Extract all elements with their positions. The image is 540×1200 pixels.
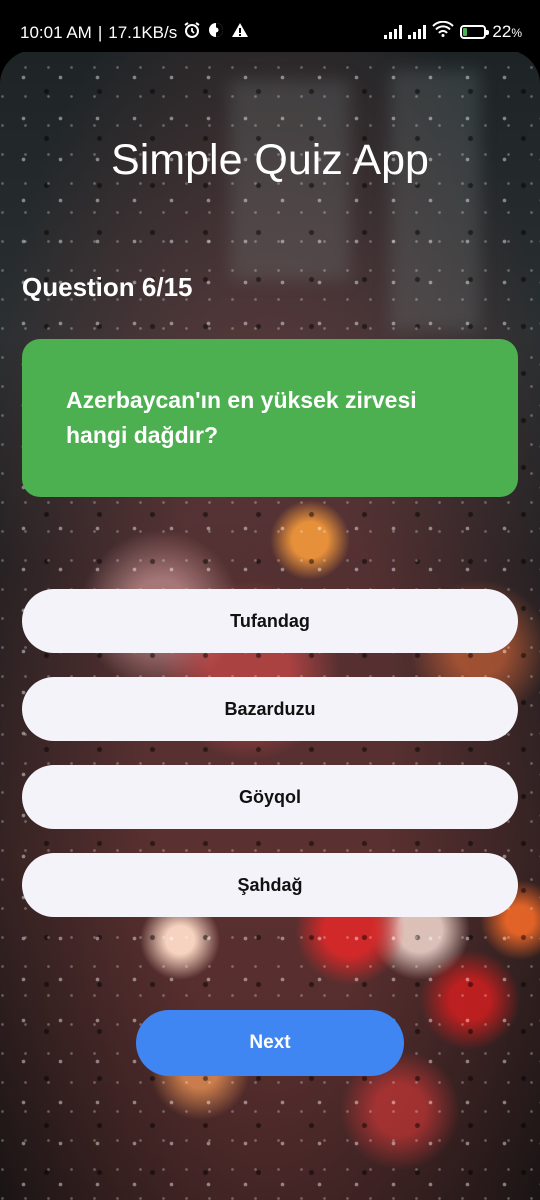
status-time: 10:01 AM — [20, 22, 92, 42]
screen: 10:01 AM | 17.1KB/s 22% Simple Quiz App … — [0, 0, 540, 1200]
signal-icon — [384, 24, 403, 39]
question-text: Azerbaycan'ın en yüksek zirvesi hangi da… — [66, 387, 417, 448]
battery-value: 22 — [492, 21, 512, 41]
answer-button-1[interactable]: Tufandag — [22, 589, 518, 653]
question-counter: Question 6/15 — [22, 272, 193, 302]
battery-fill — [463, 27, 468, 36]
alarm-icon — [183, 21, 201, 44]
wifi-icon — [432, 20, 455, 42]
next-label: Next — [249, 1032, 291, 1053]
answer-label: Bazarduzu — [224, 698, 316, 719]
status-right: 22% — [384, 20, 522, 42]
battery-percent: 22% — [492, 22, 522, 42]
answer-label: Tufandag — [230, 610, 310, 631]
vpn-icon — [207, 21, 225, 44]
signal-icon — [408, 24, 427, 39]
page-title: Simple Quiz App — [111, 136, 429, 184]
warning-icon — [231, 21, 249, 44]
answer-button-4[interactable]: Şahdağ — [22, 853, 518, 917]
answer-button-2[interactable]: Bazarduzu — [22, 677, 518, 741]
answer-button-3[interactable]: Göyqol — [22, 765, 518, 829]
status-left: 10:01 AM | 17.1KB/s — [20, 21, 249, 44]
question-card: Azerbaycan'ın en yüksek zirvesi hangi da… — [22, 339, 518, 497]
status-speed: 17.1KB/s — [108, 22, 178, 42]
battery-unit: % — [511, 25, 522, 40]
status-divider: | — [97, 22, 103, 42]
answer-label: Şahdağ — [237, 874, 303, 895]
app-container: Simple Quiz App Question 6/15 Azerbaycan… — [0, 50, 540, 1200]
answer-label: Göyqol — [239, 786, 301, 807]
next-button[interactable]: Next — [136, 1010, 404, 1076]
battery-charging-icon — [460, 24, 490, 39]
status-bar: 10:01 AM | 17.1KB/s 22% — [0, 0, 540, 52]
